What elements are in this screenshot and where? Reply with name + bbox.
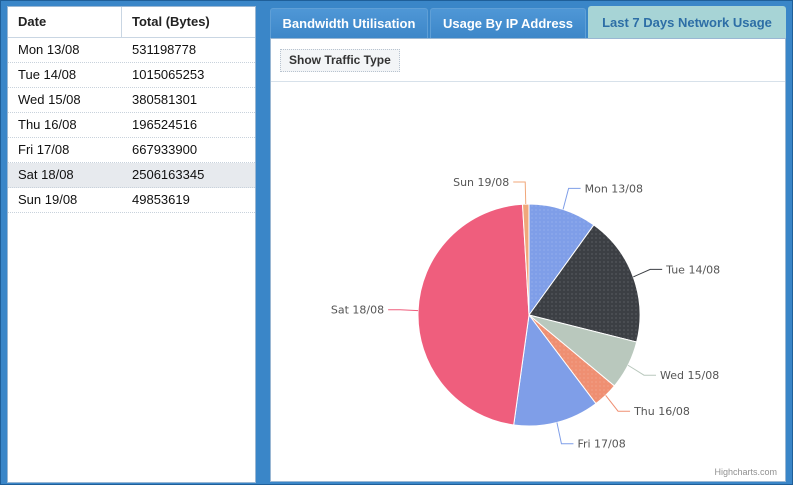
tab-bandwidth-utilisation[interactable]: Bandwidth Utilisation — [270, 8, 428, 39]
column-header-date[interactable]: Date — [8, 7, 122, 37]
label-connector — [627, 364, 657, 376]
total-bytes-cell: 49853619 — [132, 192, 190, 207]
total-bytes-cell: 531198778 — [132, 42, 197, 57]
table-row[interactable]: Mon 13/08 531198778 — [8, 38, 255, 63]
table-row[interactable]: Thu 16/08 196524516 — [8, 113, 255, 138]
column-header-total[interactable]: Total (Bytes) — [122, 7, 210, 37]
show-traffic-type-button[interactable]: Show Traffic Type — [280, 49, 400, 72]
date-cell: Tue 14/08 — [18, 67, 77, 82]
date-cell: Fri 17/08 — [18, 142, 70, 157]
data-label-sat-18-08: Sat 18/08 — [331, 304, 384, 317]
date-cell: Sat 18/08 — [18, 167, 74, 182]
total-bytes-cell: 667933900 — [132, 142, 198, 157]
data-label-mon-13-08: Mon 13/08 — [585, 182, 643, 195]
grid-header: Date Total (Bytes) — [8, 7, 255, 38]
label-connector — [513, 181, 527, 205]
tab-bar: Bandwidth Utilisation Usage By IP Addres… — [270, 6, 786, 39]
network-usage-pie-chart: Mon 13/08 Tue 14/08 Wed 15/08 Thu 16/08 Fri … — [331, 176, 720, 451]
data-label-tue-14-08: Tue 14/08 — [665, 263, 720, 276]
label-connector — [556, 422, 574, 445]
date-cell: Mon 13/08 — [18, 42, 80, 57]
tab-usage-by-ip-address[interactable]: Usage By IP Address — [430, 8, 586, 39]
table-row[interactable]: Sun 19/08 49853619 — [8, 188, 255, 213]
total-bytes-cell: 2506163345 — [132, 167, 205, 182]
table-row[interactable]: Sat 18/08 2506163345 — [8, 163, 255, 188]
date-cell: Thu 16/08 — [18, 117, 77, 132]
toolbar: Show Traffic Type — [271, 39, 785, 82]
total-bytes-cell: 196524516 — [132, 117, 198, 132]
tab-last-7-days-network-usage[interactable]: Last 7 Days Network Usage — [588, 6, 786, 39]
table-row[interactable]: Wed 15/08 380581301 — [8, 88, 255, 113]
data-label-fri-17-08: Fri 17/08 — [577, 438, 625, 451]
label-connector — [388, 309, 419, 312]
pie-slice-sat-18-08[interactable] — [417, 203, 530, 426]
tab-panel: Bandwidth Utilisation Usage By IP Addres… — [270, 6, 786, 482]
total-bytes-cell: 380581301 — [132, 92, 198, 107]
data-label-thu-16-08: Thu 16/08 — [633, 405, 690, 418]
date-cell: Wed 15/08 — [18, 92, 81, 107]
date-cell: Sun 19/08 — [18, 192, 78, 207]
grid-body: Mon 13/08 531198778 Tue 14/08 1015065253 Wed… — [8, 38, 255, 213]
daily-usage-grid: Date Total (Bytes) Mon 13/08 531198778 Tue… — [7, 6, 256, 483]
tab-content: Show Traffic Type Mon 13/08 Tue 14/08 Wed … — [270, 38, 786, 482]
table-row[interactable]: Tue 14/08 1015065253 — [8, 63, 255, 88]
table-row[interactable]: Fri 17/08 667933900 — [8, 138, 255, 163]
data-label-wed-15-08: Wed 15/08 — [660, 369, 719, 382]
data-label-sun-19-08: Sun 19/08 — [453, 176, 509, 189]
highcharts-credits[interactable]: Highcharts.com — [714, 467, 777, 477]
label-connector — [562, 187, 581, 210]
label-connector — [633, 268, 663, 278]
label-connector — [605, 394, 631, 412]
total-bytes-cell: 1015065253 — [132, 67, 205, 82]
